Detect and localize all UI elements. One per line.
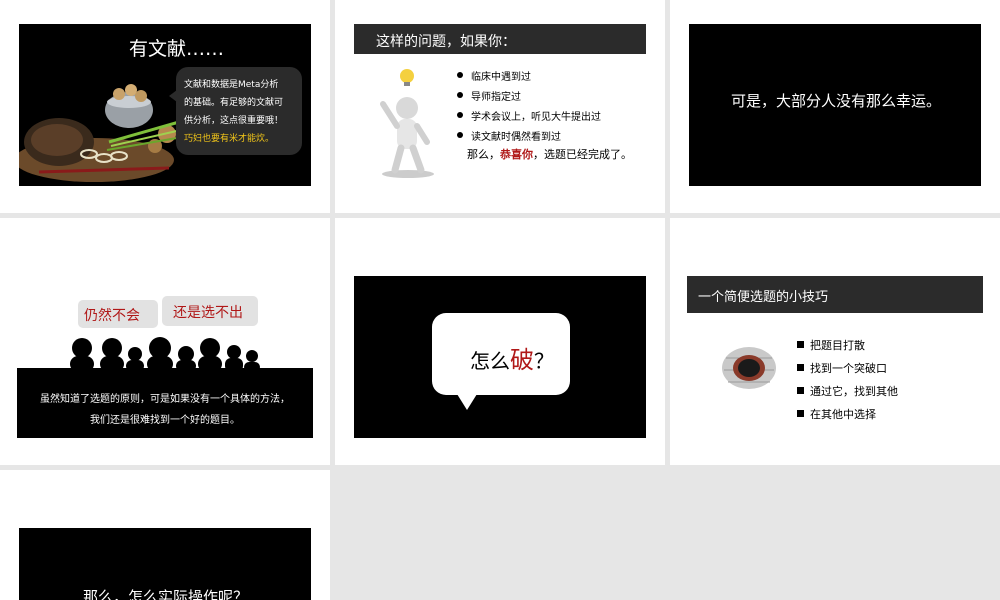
slide-thumbnail-5[interactable]: 怎么破？: [335, 218, 665, 465]
slide-4-caption-line-1: 虽然知道了选题的原则，可是如果没有一个具体的方法，: [40, 394, 290, 405]
slide-4-caption-line-2: 我们还是很难找到一个好的题目。: [90, 415, 240, 426]
slide-thumbnail-1[interactable]: 有文献…… 文献和数据是Meta分析 的基础。有足够的文献可 供分析，这点很重要…: [0, 0, 330, 213]
bullet-item: 把题目打散: [797, 333, 898, 356]
slide-thumbnail-6[interactable]: 一个简便选题的小技巧 把题目打散 找到一个突破口 通过它，找到其他 在其他中选择: [670, 218, 1000, 465]
slide-thumbnail-4[interactable]: 仍然不会 还是选不出 虽然知道了选题的原则，可是如果没有一个具体的方法， 我们还…: [0, 218, 330, 465]
slide-6-header: 一个简便选题的小技巧: [698, 290, 829, 305]
bullet-item: 导师指定过: [457, 85, 601, 105]
slide-5-text: 怎么破？: [470, 346, 554, 374]
bullet-dot-icon: [457, 72, 463, 78]
callout-line-1: 文献和数据是Meta分析: [184, 80, 279, 90]
speech-bubble-b-text: 还是选不出: [173, 305, 243, 321]
slide-thumbnail-3[interactable]: 可是，大部分人没有那么幸运。: [670, 0, 1000, 213]
slide-1-title: 有文献……: [129, 38, 225, 60]
bullet-item: 临床中遇到过: [457, 65, 601, 85]
callout-line-3: 供分析，这点很重要哦！: [184, 116, 284, 126]
bullet-dot-icon: [457, 112, 463, 118]
bullet-item: 通过它，找到其他: [797, 379, 898, 402]
callout-tail: [169, 90, 177, 102]
broken-wall-image: [722, 347, 776, 389]
speech-bubble-a-text: 仍然不会: [84, 308, 140, 324]
bullet-item: 读文献时偶然看到过: [457, 125, 601, 145]
slide-thumbnail-7[interactable]: 那么，怎么实际操作呢？: [0, 470, 330, 600]
callout-line-4: 巧妇也要有米才能炊。: [184, 134, 275, 144]
slide-1-canvas: 有文献…… 文献和数据是Meta分析 的基础。有足够的文献可 供分析，这点很重要…: [19, 24, 311, 186]
congrats-text: 恭喜你: [500, 148, 533, 161]
callout-line-2: 的基础。有足够的文献可: [184, 98, 284, 108]
idea-figure-image: [380, 69, 434, 178]
slide-3-text: 可是，大部分人没有那么幸运。: [731, 92, 942, 110]
bullet-square-icon: [797, 410, 804, 417]
bullet-dot-icon: [457, 92, 463, 98]
slide-5-emphasis: 破: [510, 346, 534, 374]
bullet-square-icon: [797, 364, 804, 371]
slide-7-canvas: 那么，怎么实际操作呢？: [19, 528, 311, 600]
slide-2-bullet-list: 临床中遇到过 导师指定过 学术会议上，听见大牛提出过 读文献时偶然看到过: [457, 65, 601, 145]
slide-3-canvas: 可是，大部分人没有那么幸运。: [689, 24, 981, 186]
bullet-item: 学术会议上，听见大牛提出过: [457, 105, 601, 125]
bullet-square-icon: [797, 341, 804, 348]
bullet-item: 在其他中选择: [797, 402, 898, 425]
food-image: [19, 84, 182, 182]
bullet-item: 找到一个突破口: [797, 356, 898, 379]
slide-7-text: 那么，怎么实际操作呢？: [83, 588, 249, 600]
slide-5-canvas: 怎么破？: [354, 276, 646, 438]
bullet-dot-icon: [457, 132, 463, 138]
bullet-square-icon: [797, 387, 804, 394]
slide-5-bubble-tail: [457, 394, 477, 410]
crowd-silhouette-image: [70, 337, 260, 372]
slide-thumbnail-2[interactable]: 这样的问题，如果你： 临床中遇到过 导师指定过 学术会议上，听见大牛提出过 读文…: [335, 0, 665, 213]
slide-2-closing: 那么，恭喜你，选题已经完成了。: [467, 148, 632, 161]
slide-2-header: 这样的问题，如果你：: [376, 34, 516, 50]
slide-6-bullet-list: 把题目打散 找到一个突破口 通过它，找到其他 在其他中选择: [797, 333, 898, 425]
